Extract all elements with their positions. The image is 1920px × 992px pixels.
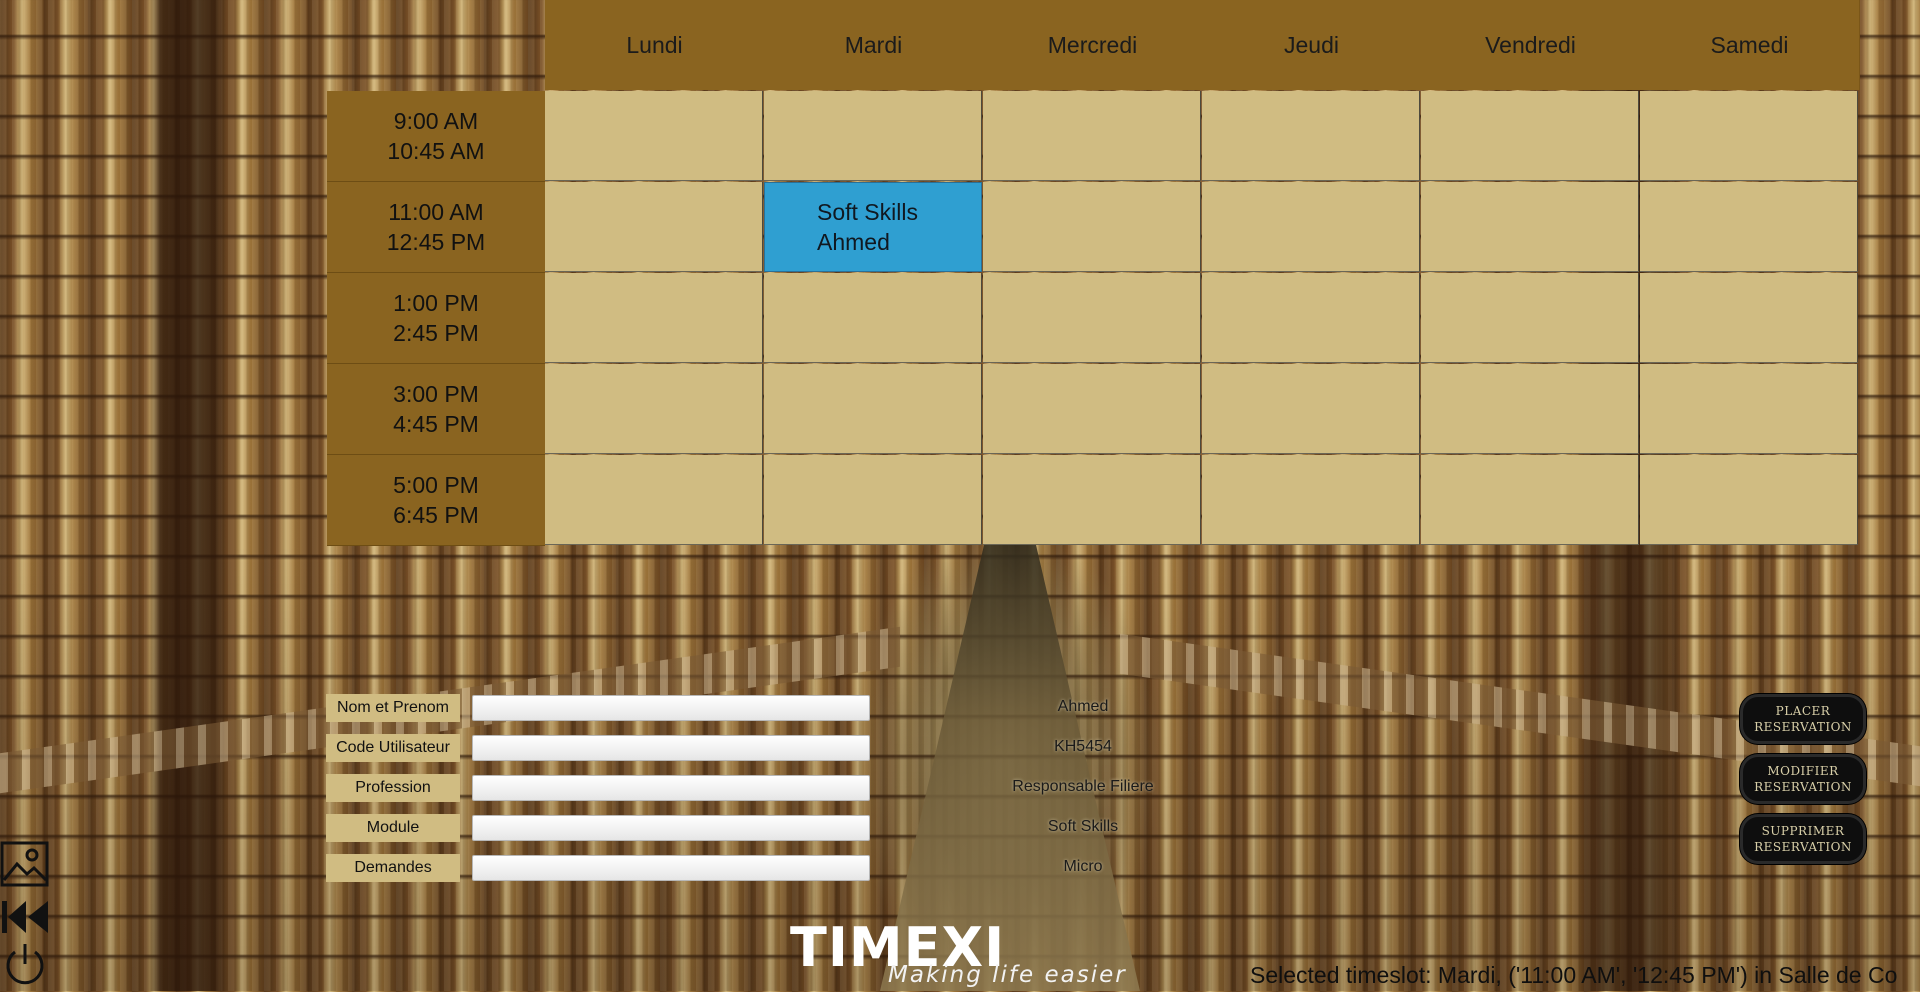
button-label: reservation	[1754, 780, 1852, 794]
brand-tagline: Making life easier	[888, 962, 1127, 988]
empty-slot[interactable]	[1640, 455, 1858, 545]
timeslot-start: 1:00 PM	[393, 290, 479, 316]
booked-slot[interactable]: Soft Skills Ahmed	[764, 182, 982, 272]
button-label: modifier	[1767, 764, 1839, 778]
empty-slot[interactable]	[1640, 91, 1858, 181]
day-header-vendredi: Vendredi	[1421, 0, 1641, 90]
name-label: Nom et Prenom	[326, 694, 460, 722]
empty-slot[interactable]	[983, 364, 1201, 454]
empty-slot[interactable]	[1202, 455, 1420, 545]
empty-slot[interactable]	[1202, 91, 1420, 181]
button-label: supprimer	[1761, 824, 1845, 838]
demandes-value: Micro	[1063, 858, 1103, 875]
name-value: Ahmed	[1057, 698, 1109, 715]
empty-slot[interactable]	[764, 455, 982, 545]
empty-slot[interactable]	[764, 364, 982, 454]
timeslot-label: 5:00 PM 6:45 PM	[327, 455, 545, 546]
module-value: Soft Skills	[1047, 818, 1119, 835]
empty-slot[interactable]	[983, 455, 1201, 545]
empty-slot[interactable]	[1640, 182, 1858, 272]
code-input[interactable]	[472, 735, 870, 761]
day-header-mercredi: Mercredi	[983, 0, 1203, 90]
day-header-jeudi: Jeudi	[1202, 0, 1422, 90]
booked-module: Soft Skills	[817, 199, 918, 225]
code-label: Code Utilisateur	[326, 734, 460, 762]
day-header-mardi: Mardi	[764, 0, 984, 90]
empty-slot[interactable]	[1421, 91, 1639, 181]
timeslot-label: 3:00 PM 4:45 PM	[327, 364, 545, 455]
image-icon[interactable]	[0, 840, 50, 888]
timeslot-start: 9:00 AM	[393, 108, 479, 134]
profession-input[interactable]	[472, 775, 870, 801]
empty-slot[interactable]	[545, 182, 763, 272]
timeslot-end: 10:45 AM	[387, 138, 485, 164]
empty-slot[interactable]	[764, 91, 982, 181]
empty-slot[interactable]	[1421, 182, 1639, 272]
empty-slot[interactable]	[983, 182, 1201, 272]
status-bar: Selected timeslot: Mardi, ('11:00 AM', '…	[1250, 962, 1898, 988]
button-label: reservation	[1754, 720, 1852, 734]
empty-slot[interactable]	[545, 91, 763, 181]
empty-slot[interactable]	[1421, 455, 1639, 545]
timeslot-label: 1:00 PM 2:45 PM	[327, 273, 545, 364]
empty-slot[interactable]	[1202, 273, 1420, 363]
empty-slot[interactable]	[1640, 273, 1858, 363]
empty-slot[interactable]	[983, 91, 1201, 181]
delete-reservation-button[interactable]: supprimer reservation	[1740, 814, 1866, 864]
timeslot-end: 6:45 PM	[393, 502, 479, 528]
profession-label: Profession	[326, 774, 460, 802]
empty-slot[interactable]	[1202, 182, 1420, 272]
module-label: Module	[326, 814, 460, 842]
empty-slot[interactable]	[1640, 364, 1858, 454]
demandes-input[interactable]	[472, 855, 870, 881]
empty-slot[interactable]	[545, 364, 763, 454]
empty-slot[interactable]	[764, 273, 982, 363]
rewind-icon[interactable]	[0, 893, 50, 941]
day-header-lundi: Lundi	[545, 0, 765, 90]
empty-slot[interactable]	[983, 273, 1201, 363]
empty-slot[interactable]	[1421, 273, 1639, 363]
empty-slot[interactable]	[545, 273, 763, 363]
timeslot-end: 4:45 PM	[393, 411, 479, 437]
module-input[interactable]	[472, 815, 870, 841]
button-label: reservation	[1754, 840, 1852, 854]
place-reservation-button[interactable]: placer reservation	[1740, 694, 1866, 744]
power-icon[interactable]	[0, 940, 50, 988]
code-value: KH5454	[1054, 738, 1112, 755]
day-header-samedi: Samedi	[1640, 0, 1860, 90]
name-input[interactable]	[472, 695, 870, 721]
empty-slot[interactable]	[1202, 364, 1420, 454]
demandes-label: Demandes	[326, 854, 460, 882]
profession-value: Responsable Filiere	[1012, 778, 1154, 795]
button-label: placer	[1775, 704, 1831, 718]
modify-reservation-button[interactable]: modifier reservation	[1740, 754, 1866, 804]
timeslot-start: 5:00 PM	[393, 472, 479, 498]
timeslot-end: 12:45 PM	[386, 229, 486, 255]
booked-person: Ahmed	[817, 229, 890, 255]
timeslot-end: 2:45 PM	[393, 320, 479, 346]
timeslot-start: 3:00 PM	[393, 381, 479, 407]
timeslot-label: 9:00 AM 10:45 AM	[327, 91, 545, 182]
timeslot-label: 11:00 AM 12:45 PM	[327, 182, 545, 273]
timeslot-start: 11:00 AM	[388, 199, 484, 225]
empty-slot[interactable]	[545, 455, 763, 545]
empty-slot[interactable]	[1421, 364, 1639, 454]
